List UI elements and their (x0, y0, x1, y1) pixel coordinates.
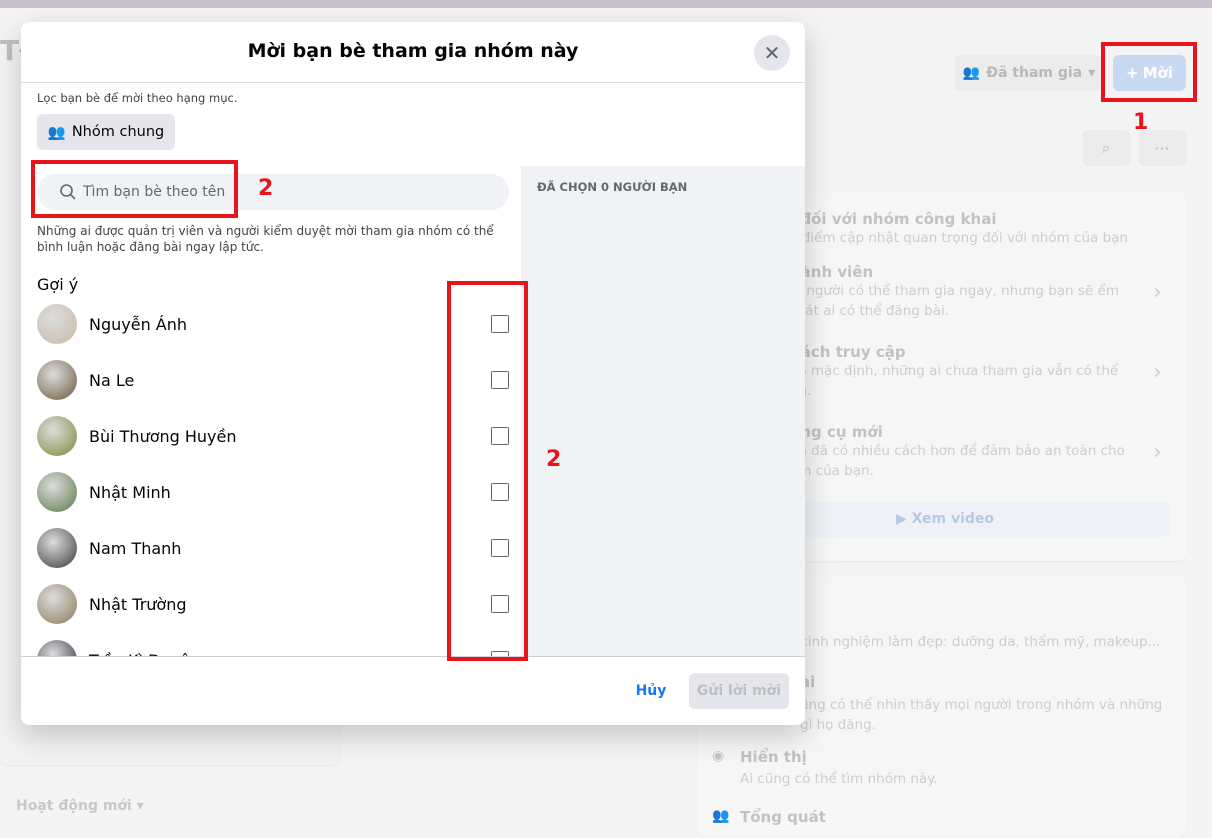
people-icon: 👥 (47, 124, 66, 141)
avatar (37, 360, 77, 400)
invite-note: Những ai được quản trị viên và người kiể… (37, 224, 494, 254)
annotation-number: 2 (546, 447, 562, 472)
watch-video-label: Xem video (911, 511, 995, 527)
people-icon: 👥 (962, 65, 981, 81)
avatar (37, 472, 77, 512)
selected-panel: ĐÃ CHỌN 0 NGƯỜI BẠN (521, 166, 805, 656)
friend-row[interactable]: Na Le (37, 352, 517, 408)
about-row-desc: eo mặc định, những ai chưa tham gia vẫn … (790, 363, 1119, 399)
mutual-groups-label: Nhóm chung (71, 124, 165, 140)
cover-strip (0, 0, 1212, 8)
annotation-box (31, 160, 238, 218)
friend-row[interactable]: Nhật Trường (37, 576, 517, 632)
dialog-title: Mời bạn bè tham gia nhóm này (247, 40, 579, 62)
friend-row[interactable]: Bùi Thương Huyền (37, 408, 517, 464)
chevron-right-icon: › (1153, 280, 1162, 305)
about-row-desc: c điểm cập nhật quan trọng đối với nhóm … (790, 230, 1128, 246)
avatar (37, 528, 77, 568)
visibility-desc: Ai cũng có thể tìm nhóm này. (740, 771, 938, 787)
friend-name: Nguyễn Ánh (89, 314, 188, 334)
about-row-title: ông cụ mới (790, 423, 883, 441)
about-row-desc: ọi người có thể tham gia ngay, nhưng bạn… (790, 283, 1119, 319)
visibility-title: Hiển thị (740, 748, 807, 766)
friend-row[interactable]: Nam Thanh (37, 520, 517, 576)
filter-label: Lọc bạn bè để mời theo hạng mục. (37, 91, 238, 105)
close-button[interactable]: ✕ (754, 35, 790, 71)
friend-row[interactable]: Nguyễn Ánh (37, 296, 517, 352)
chevron-right-icon: › (1153, 360, 1162, 385)
friend-list: Nguyễn Ánh Na Le Bùi Thương Huyền Nhật Minh… (21, 294, 521, 656)
friend-name: Nhật Trường (89, 594, 187, 614)
close-icon: ✕ (763, 41, 781, 65)
annotation-number: 2 (258, 176, 274, 201)
annotation-number: 1 (1133, 110, 1149, 135)
joined-label: Đã tham gia (986, 65, 1083, 81)
mutual-groups-button[interactable]: 👥 Nhóm chung (37, 114, 175, 150)
about-row-title: i đối với nhóm công khai (790, 210, 997, 228)
search-icon: ⌕ (1101, 138, 1111, 157)
about-row-desc: ện đã có nhiều cách hơn để đảm bảo an to… (790, 443, 1125, 479)
annotation-box (1101, 42, 1197, 102)
selected-header: ĐÃ CHỌN 0 NGƯỜI BẠN (537, 180, 688, 194)
friend-name: Nam Thanh (89, 538, 182, 558)
chevron-right-icon: › (1153, 440, 1162, 465)
avatar (37, 584, 77, 624)
recent-activity-label: Hoạt động mới (16, 798, 132, 814)
friend-row[interactable]: Nhật Minh (37, 464, 517, 520)
about-row-title: hách truy cập (790, 343, 906, 361)
about-row[interactable]: hách truy cập eo mặc định, những ai chưa … (790, 343, 1140, 401)
more-button[interactable]: ··· (1138, 130, 1186, 166)
avatar (37, 416, 77, 456)
friend-name: Na Le (89, 370, 135, 390)
divider (21, 82, 805, 83)
friend-name: Bùi Thương Huyền (89, 426, 237, 446)
cancel-button[interactable]: Hủy (627, 673, 675, 709)
joined-button[interactable]: 👥 Đã tham gia ▾ (954, 55, 1104, 91)
about-row-title: hành viên (790, 263, 874, 281)
eye-icon: ◉ (712, 748, 725, 764)
more-icon: ··· (1154, 138, 1170, 158)
invite-friends-dialog: Mời bạn bè tham gia nhóm này ✕ Lọc bạn b… (21, 22, 805, 725)
group-description: kinh nghiệm làm đẹp: dưỡng da, thẩm mỹ, … (800, 634, 1161, 650)
friend-row[interactable]: Trần Kì Duyên (37, 632, 517, 656)
avatar (37, 304, 77, 344)
people-icon: 👥 (712, 808, 730, 824)
recent-activity-dropdown[interactable]: Hoạt động mới ▾ (16, 798, 144, 814)
send-invite-button[interactable]: Gửi lời mời (689, 673, 789, 709)
annotation-box (447, 281, 528, 661)
search-icon-button[interactable]: ⌕ (1082, 130, 1130, 166)
about-row[interactable]: ông cụ mới ện đã có nhiều cách hơn để đảm… (790, 423, 1140, 481)
about-row[interactable]: hành viên ọi người có thể tham gia ngay, … (790, 263, 1140, 321)
avatar (37, 640, 77, 656)
caret-down-icon: ▾ (1088, 65, 1096, 81)
divider (21, 656, 805, 657)
friend-name: Nhật Minh (89, 482, 171, 502)
about-row: i đối với nhóm công khai c điểm cập nhật … (790, 210, 1170, 248)
general-title: Tổng quát (740, 808, 826, 826)
suggestions-heading: Gợi ý (37, 275, 79, 294)
